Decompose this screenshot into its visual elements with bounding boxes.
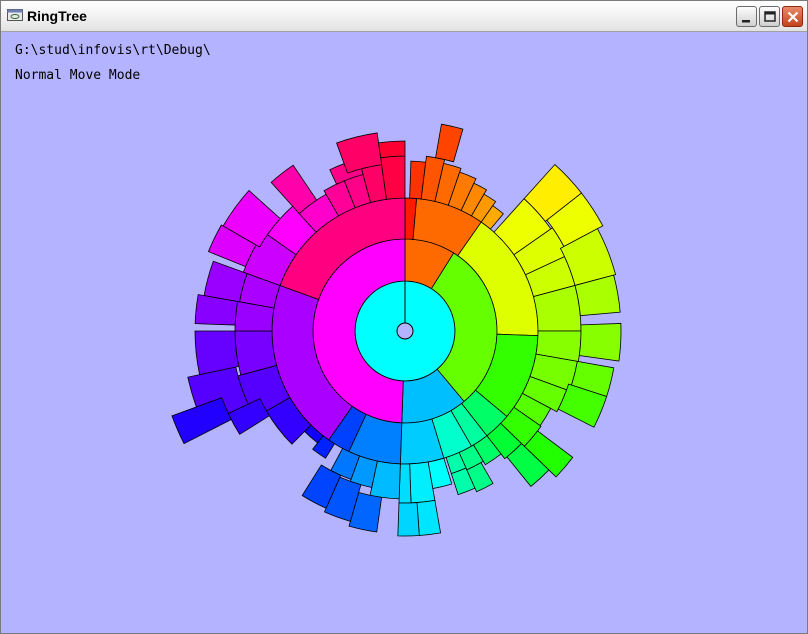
title-bar[interactable]: RingTree xyxy=(1,1,807,32)
maximize-button[interactable] xyxy=(759,6,780,27)
leaf-segment[interactable] xyxy=(194,330,240,376)
app-window: RingTree G:\stud\infovis\rt\Debug\ Norma… xyxy=(0,0,808,634)
close-icon xyxy=(787,11,799,23)
app-window-icon xyxy=(7,9,23,21)
center-hub[interactable] xyxy=(396,322,414,340)
minimize-icon xyxy=(742,20,750,23)
leaf-segment[interactable] xyxy=(378,140,406,159)
close-button[interactable] xyxy=(782,6,803,27)
minimize-button[interactable] xyxy=(736,6,757,27)
leaf-segment[interactable] xyxy=(203,260,248,303)
leaf-segment[interactable] xyxy=(435,123,464,163)
leaf-segment[interactable] xyxy=(578,323,622,362)
leaf-segment[interactable] xyxy=(416,499,442,536)
current-path-label: G:\stud\infovis\rt\Debug\ xyxy=(15,43,211,58)
leaf-segment[interactable] xyxy=(398,463,412,504)
ringtree-visualization[interactable] xyxy=(4,32,804,631)
leaf-segment[interactable] xyxy=(397,502,420,537)
window-title: RingTree xyxy=(27,8,87,24)
mode-label: Normal Move Mode xyxy=(15,68,141,83)
canvas-area[interactable]: G:\stud\infovis\rt\Debug\ Normal Move Mo… xyxy=(4,32,804,631)
maximize-icon xyxy=(764,11,776,22)
